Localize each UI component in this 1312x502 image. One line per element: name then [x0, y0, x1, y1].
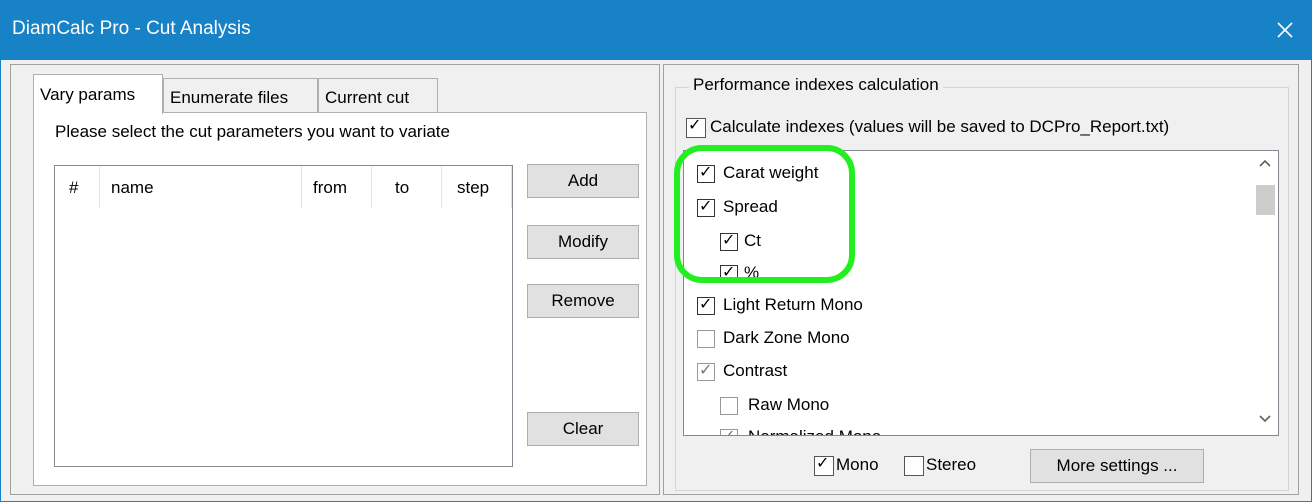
checkmark-icon: ✓ [722, 263, 736, 281]
column-separator[interactable] [371, 166, 372, 208]
calculate-indexes-label: Calculate indexes (values will be saved … [710, 117, 1170, 136]
tree-item-normalized-mono[interactable]: ✓ Normalized Mono [720, 427, 881, 435]
params-list[interactable]: # name from to step [54, 165, 513, 467]
column-header-number[interactable]: # [69, 178, 78, 198]
checkbox-box[interactable] [904, 455, 924, 476]
tree-item-label: Contrast [723, 361, 788, 380]
column-separator[interactable] [99, 166, 100, 208]
title-bar: DiamCalc Pro - Cut Analysis [0, 0, 1312, 60]
checkbox-box[interactable]: ✓ [697, 295, 715, 315]
tree-item-raw-mono[interactable]: Raw Mono [720, 395, 829, 415]
close-icon [1277, 22, 1293, 38]
checkmark-icon: ✓ [699, 197, 713, 215]
tab-label: Current cut [325, 88, 410, 107]
indexes-tree[interactable]: ✓ Carat weight ✓ Spread ✓ Ct ✓% ✓ Light Retu… [683, 150, 1279, 436]
tree-item-label: Dark Zone Mono [723, 328, 850, 347]
tab-label: Enumerate files [170, 88, 289, 107]
tab-current-cut[interactable]: Current cut [318, 78, 438, 112]
tree-item-dark-zone-mono[interactable]: Dark Zone Mono [697, 328, 850, 348]
mono-label: Mono [836, 455, 879, 474]
tree-item-label: Ct [744, 231, 761, 250]
chevron-up-icon[interactable] [1258, 157, 1272, 169]
params-list-header: # name from to step [55, 166, 512, 208]
tree-item-spread[interactable]: ✓ Spread [697, 197, 778, 217]
mono-checkbox[interactable]: ✓ Mono [814, 455, 879, 476]
tree-item-contrast[interactable]: ✓ Contrast [697, 361, 787, 381]
checkbox-box[interactable]: ✓ [720, 263, 738, 283]
more-settings-button[interactable]: More settings ... [1030, 449, 1204, 483]
window-border-left [0, 60, 1, 502]
column-separator[interactable] [441, 166, 442, 208]
tree-item-light-return-mono[interactable]: ✓ Light Return Mono [697, 295, 863, 315]
checkbox-box[interactable]: ✓ [686, 116, 706, 138]
checkbox-box[interactable]: ✓ [697, 197, 715, 217]
tree-item-label: Spread [723, 197, 778, 216]
window-title: DiamCalc Pro - Cut Analysis [12, 18, 251, 39]
checkmark-icon: ✓ [699, 361, 713, 379]
remove-button[interactable]: Remove [527, 284, 639, 318]
chevron-down-icon[interactable] [1258, 413, 1272, 425]
column-separator[interactable] [301, 166, 302, 208]
tree-item-carat-weight[interactable]: ✓ Carat weight [697, 163, 818, 183]
scrollbar-thumb[interactable] [1256, 185, 1275, 215]
instruction-text: Please select the cut parameters you wan… [55, 122, 450, 141]
checkmark-icon: ✓ [699, 295, 713, 313]
tab-label: Vary params [40, 85, 136, 104]
tree-item-label: % [744, 263, 760, 282]
modify-button[interactable]: Modify [527, 225, 639, 259]
checkmark-icon: ✓ [688, 116, 702, 134]
tree-item-label: Carat weight [723, 163, 819, 182]
checkbox-box[interactable]: ✓ [720, 428, 738, 435]
close-button[interactable] [1268, 14, 1302, 46]
tree-scrollbar[interactable] [1253, 151, 1278, 435]
vary-params-panel: Please select the cut parameters you wan… [33, 112, 647, 486]
stereo-label: Stereo [926, 455, 977, 474]
checkmark-icon: ✓ [722, 231, 736, 249]
checkbox-box[interactable]: ✓ [720, 231, 738, 251]
checkmark-icon: ✓ [816, 454, 830, 472]
tab-enumerate-files[interactable]: Enumerate files [163, 78, 318, 112]
checkbox-box[interactable]: ✓ [697, 361, 715, 381]
checkbox-box[interactable]: ✓ [697, 163, 715, 183]
checkmark-icon: ✓ [699, 163, 713, 181]
tree-item-ct[interactable]: ✓ Ct [720, 231, 761, 251]
tree-item-percent[interactable]: ✓% [720, 263, 759, 283]
clear-button[interactable]: Clear [527, 412, 639, 446]
tree-item-label: Raw Mono [748, 395, 830, 414]
column-header-name[interactable]: name [111, 178, 154, 198]
checkbox-box[interactable]: ✓ [814, 454, 834, 476]
column-header-to[interactable]: to [395, 178, 409, 198]
column-header-from[interactable]: from [313, 178, 347, 198]
tree-item-label: Normalized Mono [748, 427, 881, 435]
checkmark-icon: ✓ [722, 428, 735, 435]
performance-group-title: Performance indexes calculation [689, 75, 943, 95]
checkbox-box[interactable] [720, 396, 738, 415]
tab-vary-params[interactable]: Vary params [33, 74, 163, 114]
column-separator[interactable] [511, 166, 512, 208]
column-header-step[interactable]: step [457, 178, 489, 198]
checkbox-box[interactable] [697, 329, 715, 348]
stereo-checkbox[interactable]: Stereo [904, 455, 976, 476]
add-button[interactable]: Add [527, 164, 639, 198]
calculate-indexes-checkbox[interactable]: ✓ Calculate indexes (values will be saved… [686, 117, 1169, 138]
tree-item-label: Light Return Mono [723, 295, 863, 314]
